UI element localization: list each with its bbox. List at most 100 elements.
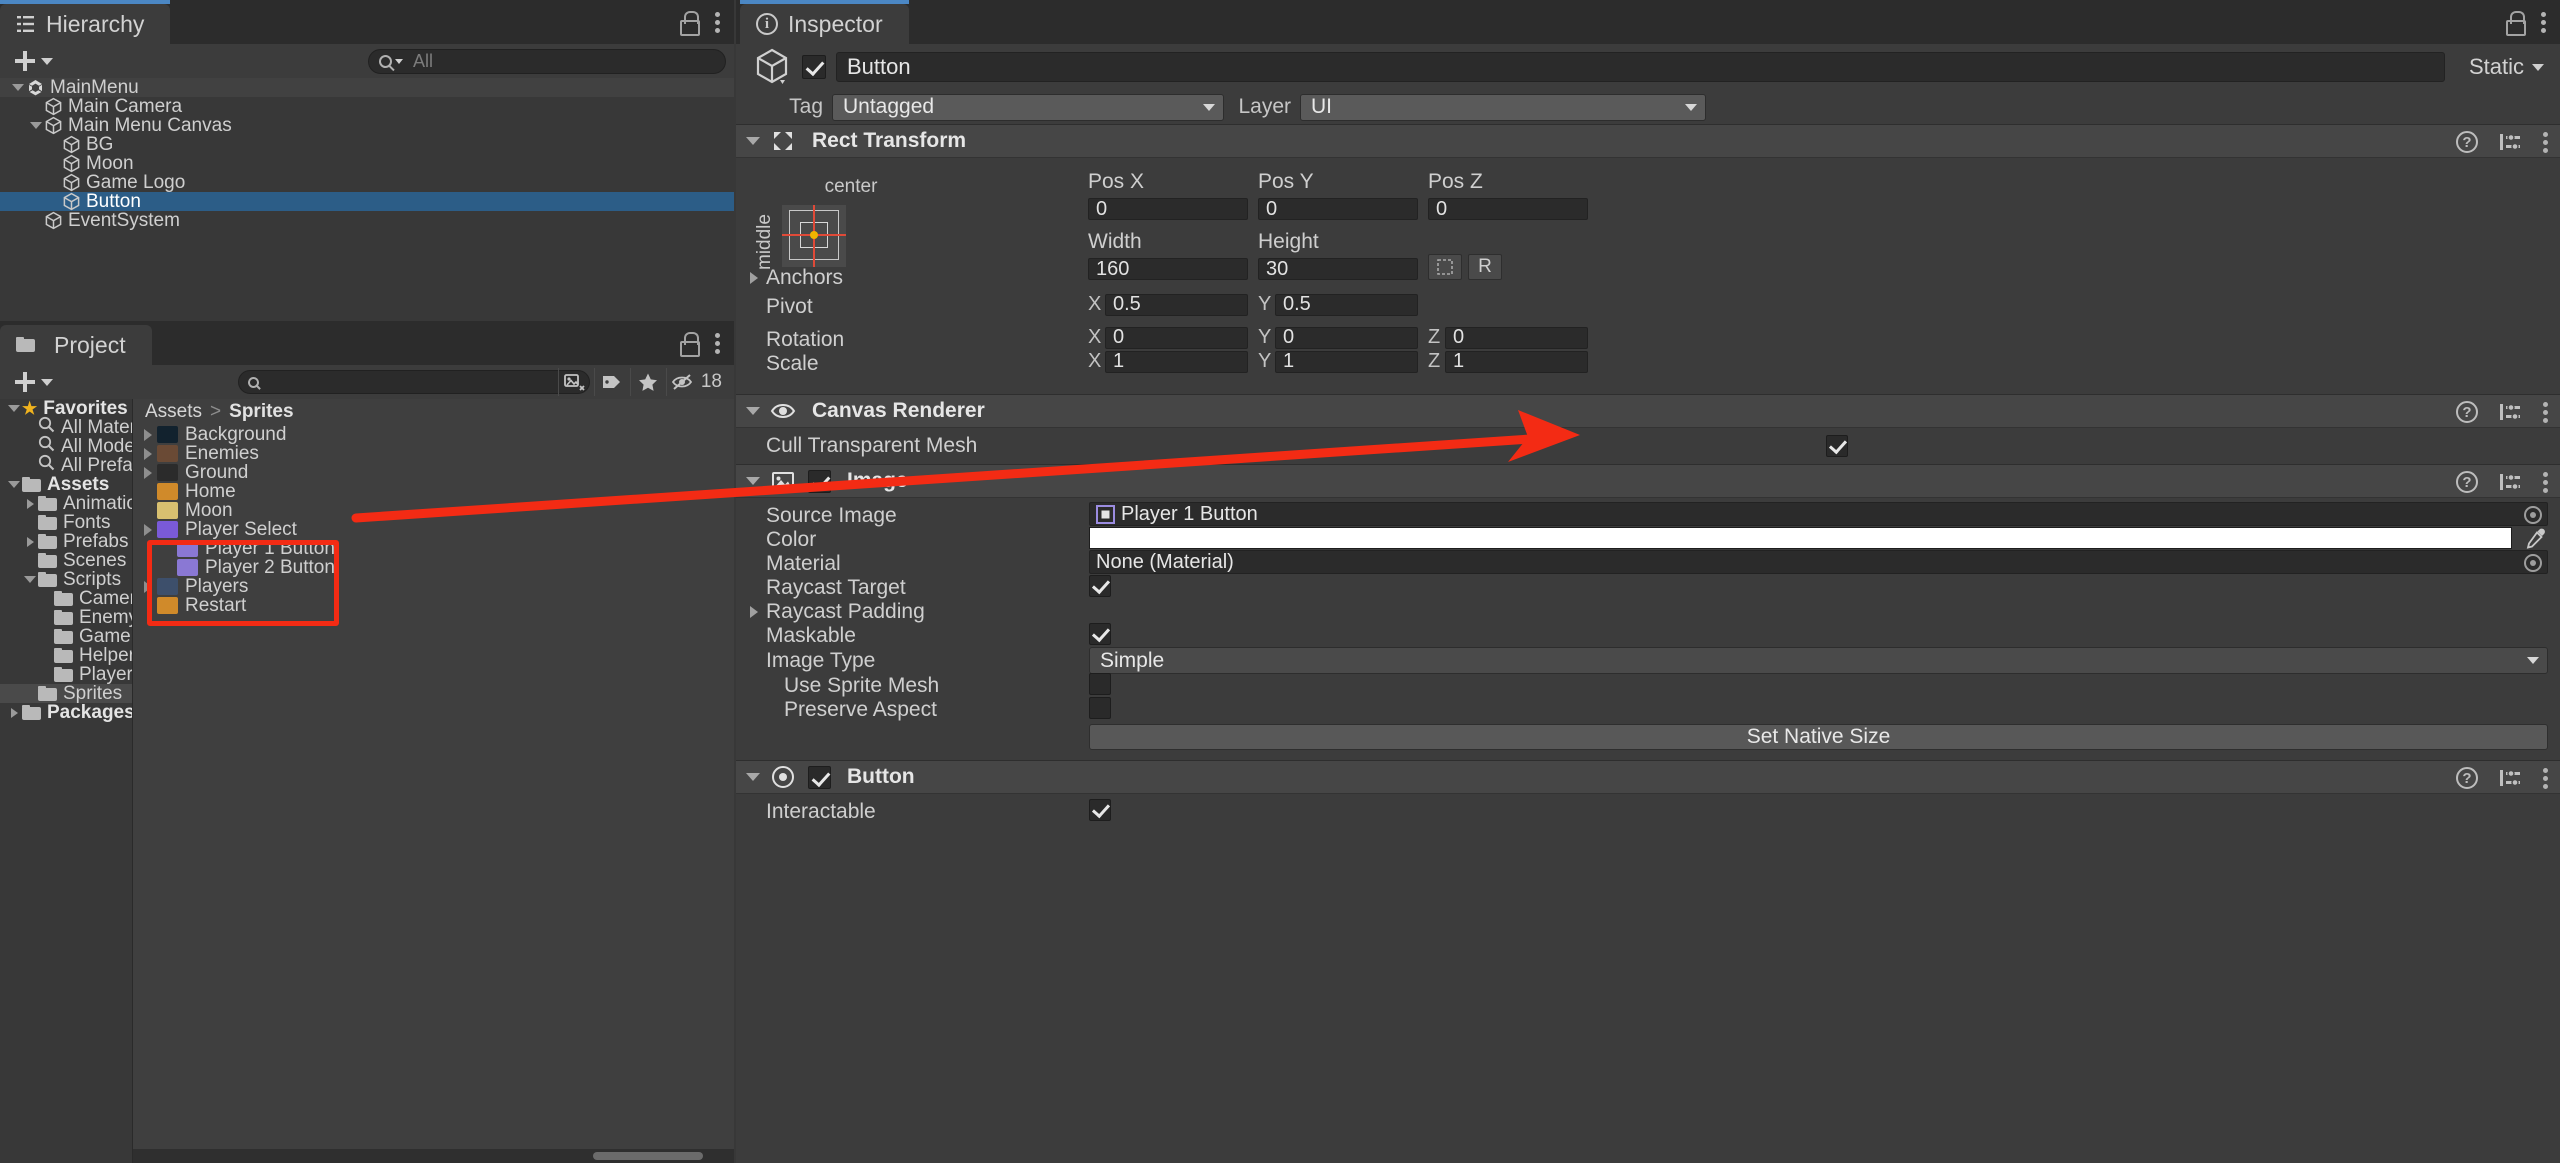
project-tree-item-prefabs[interactable]: Prefabs bbox=[0, 531, 132, 552]
project-tree-item-all-prefabs[interactable]: All Prefabs bbox=[0, 455, 132, 476]
lock-icon[interactable] bbox=[678, 332, 700, 357]
foldout-icon[interactable] bbox=[746, 477, 760, 485]
asset-foldout[interactable] bbox=[139, 447, 157, 460]
project-tree-item-all-models[interactable]: All Models bbox=[0, 436, 132, 457]
asset-foldout[interactable] bbox=[139, 428, 157, 441]
rotation-z-field[interactable]: 0 bbox=[1445, 326, 1588, 349]
raycast-target-checkbox[interactable] bbox=[1089, 575, 1111, 597]
hierarchy-item-game-logo[interactable]: Game Logo bbox=[0, 172, 734, 193]
preset-icon[interactable] bbox=[2498, 131, 2522, 153]
hidden-items-count[interactable]: 18 bbox=[665, 368, 730, 396]
hierarchy-search-input[interactable]: All bbox=[368, 49, 726, 74]
preset-icon[interactable] bbox=[2498, 471, 2522, 493]
use-sprite-mesh-checkbox[interactable] bbox=[1089, 673, 1111, 695]
component-header-rect-transform[interactable]: Rect Transform ? bbox=[736, 124, 2560, 158]
project-tree-item-assets[interactable]: Assets bbox=[0, 474, 132, 495]
layer-dropdown[interactable]: UI bbox=[1300, 93, 1706, 121]
project-search-input[interactable] bbox=[238, 370, 590, 394]
image-enabled-checkbox[interactable] bbox=[808, 469, 831, 493]
project-tree-item-favorites[interactable]: ★ Favorites bbox=[0, 399, 132, 419]
interactable-checkbox[interactable] bbox=[1089, 799, 1111, 821]
hierarchy-item-mainmenu[interactable]: MainMenu bbox=[0, 78, 734, 98]
hierarchy-item-bg[interactable]: BG bbox=[0, 134, 734, 155]
foldout-icon[interactable] bbox=[746, 407, 760, 415]
eyedropper-icon[interactable] bbox=[2524, 527, 2548, 549]
source-image-field[interactable]: Player 1 Button bbox=[1089, 502, 2548, 526]
asset-foldout[interactable] bbox=[139, 466, 157, 479]
set-native-size-button[interactable]: Set Native Size bbox=[1089, 724, 2548, 750]
height-field[interactable]: 30 bbox=[1258, 258, 1418, 280]
component-header-canvas-renderer[interactable]: Canvas Renderer ? bbox=[736, 394, 2560, 428]
raycast-padding-row[interactable]: Raycast Padding bbox=[736, 600, 2560, 623]
anchor-preset-diagram[interactable] bbox=[782, 205, 846, 267]
hierarchy-item-main-menu-canvas[interactable]: Main Menu Canvas bbox=[0, 115, 734, 136]
asset-item-background[interactable]: Background bbox=[133, 424, 734, 445]
anchors-foldout[interactable]: Anchors bbox=[750, 266, 1080, 289]
object-picker-icon[interactable] bbox=[2524, 506, 2542, 524]
scale-y-field[interactable]: 1 bbox=[1275, 350, 1418, 373]
asset-item-enemies[interactable]: Enemies bbox=[133, 443, 734, 464]
project-tree-item-camera-s[interactable]: Camera S bbox=[0, 588, 132, 609]
component-menu-icon[interactable] bbox=[2542, 401, 2548, 423]
asset-item-moon[interactable]: Moon bbox=[133, 500, 734, 521]
static-dropdown[interactable]: Static bbox=[2455, 54, 2544, 80]
object-picker-icon[interactable] bbox=[2524, 554, 2542, 572]
scale-z-field[interactable]: 1 bbox=[1445, 350, 1588, 373]
breadcrumb-root[interactable]: Assets bbox=[145, 401, 202, 423]
hierarchy-foldout[interactable] bbox=[28, 122, 44, 129]
inspector-menu-icon[interactable] bbox=[2540, 11, 2546, 33]
tab-hierarchy[interactable]: Hierarchy bbox=[0, 0, 171, 44]
material-field[interactable]: None (Material) bbox=[1089, 550, 2548, 574]
tree-foldout[interactable] bbox=[6, 481, 22, 488]
project-tree-item-scripts[interactable]: Scripts bbox=[0, 569, 132, 590]
project-tree-item-fonts[interactable]: Fonts bbox=[0, 512, 132, 533]
asset-item-player-1-button[interactable]: Player 1 Button bbox=[133, 538, 734, 559]
tree-foldout[interactable] bbox=[22, 498, 38, 509]
tree-foldout[interactable] bbox=[6, 405, 22, 412]
foldout-icon[interactable] bbox=[746, 773, 760, 781]
color-swatch-field[interactable] bbox=[1089, 527, 2512, 549]
component-header-image[interactable]: Image ? bbox=[736, 464, 2560, 498]
tab-project[interactable]: Project bbox=[0, 325, 152, 365]
asset-item-home[interactable]: Home bbox=[133, 481, 734, 502]
lock-icon[interactable] bbox=[2504, 11, 2526, 36]
rotation-y-field[interactable]: 0 bbox=[1275, 326, 1418, 349]
component-header-button[interactable]: Button ? bbox=[736, 760, 2560, 794]
maskable-checkbox[interactable] bbox=[1089, 623, 1111, 645]
favorites-button[interactable] bbox=[629, 368, 666, 396]
gameobject-name-field[interactable]: Button bbox=[836, 52, 2445, 82]
project-tree-item-animations[interactable]: Animations bbox=[0, 493, 132, 514]
project-tree-item-packages[interactable]: Packages bbox=[0, 702, 132, 723]
project-asset-list[interactable]: Background Enemies Ground Home Moon Player Se… bbox=[133, 424, 734, 616]
project-horizontal-scrollbar[interactable] bbox=[133, 1149, 734, 1163]
lock-icon[interactable] bbox=[678, 11, 700, 36]
component-menu-icon[interactable] bbox=[2542, 471, 2548, 493]
project-tree-item-scenes[interactable]: Scenes bbox=[0, 550, 132, 571]
hierarchy-menu-icon[interactable] bbox=[714, 11, 720, 33]
tab-inspector[interactable]: i Inspector bbox=[740, 0, 909, 44]
gameobject-enabled-checkbox[interactable] bbox=[802, 55, 826, 79]
button-enabled-checkbox[interactable] bbox=[808, 765, 831, 789]
search-by-type-button[interactable] bbox=[557, 368, 594, 396]
project-add-button[interactable] bbox=[10, 369, 57, 395]
tree-foldout[interactable] bbox=[22, 536, 38, 547]
pos-z-field[interactable]: 0 bbox=[1428, 198, 1588, 220]
asset-item-restart[interactable]: Restart bbox=[133, 595, 734, 616]
hierarchy-add-button[interactable] bbox=[10, 48, 57, 74]
raw-edit-button[interactable]: R bbox=[1468, 254, 1502, 280]
width-field[interactable]: 160 bbox=[1088, 258, 1248, 280]
preset-icon[interactable] bbox=[2498, 401, 2522, 423]
tree-foldout[interactable] bbox=[22, 576, 38, 583]
project-tree-item-sprites[interactable]: Sprites bbox=[0, 683, 132, 704]
asset-foldout[interactable] bbox=[139, 580, 157, 593]
project-tree-item-all-materials[interactable]: All Materials bbox=[0, 417, 132, 438]
pos-x-field[interactable]: 0 bbox=[1088, 198, 1248, 220]
asset-foldout[interactable] bbox=[139, 523, 157, 536]
help-icon[interactable]: ? bbox=[2456, 471, 2478, 493]
breadcrumb-current[interactable]: Sprites bbox=[229, 401, 293, 423]
rotation-x-field[interactable]: 0 bbox=[1105, 326, 1248, 349]
anchor-preset-widget[interactable]: center middle bbox=[754, 176, 1084, 270]
project-tree-item-gameplay[interactable]: Gameplay bbox=[0, 626, 132, 647]
project-folder-tree[interactable]: ★FavoritesAll MaterialsAll ModelsAll Pre… bbox=[0, 399, 133, 1163]
tree-foldout[interactable] bbox=[6, 707, 22, 718]
